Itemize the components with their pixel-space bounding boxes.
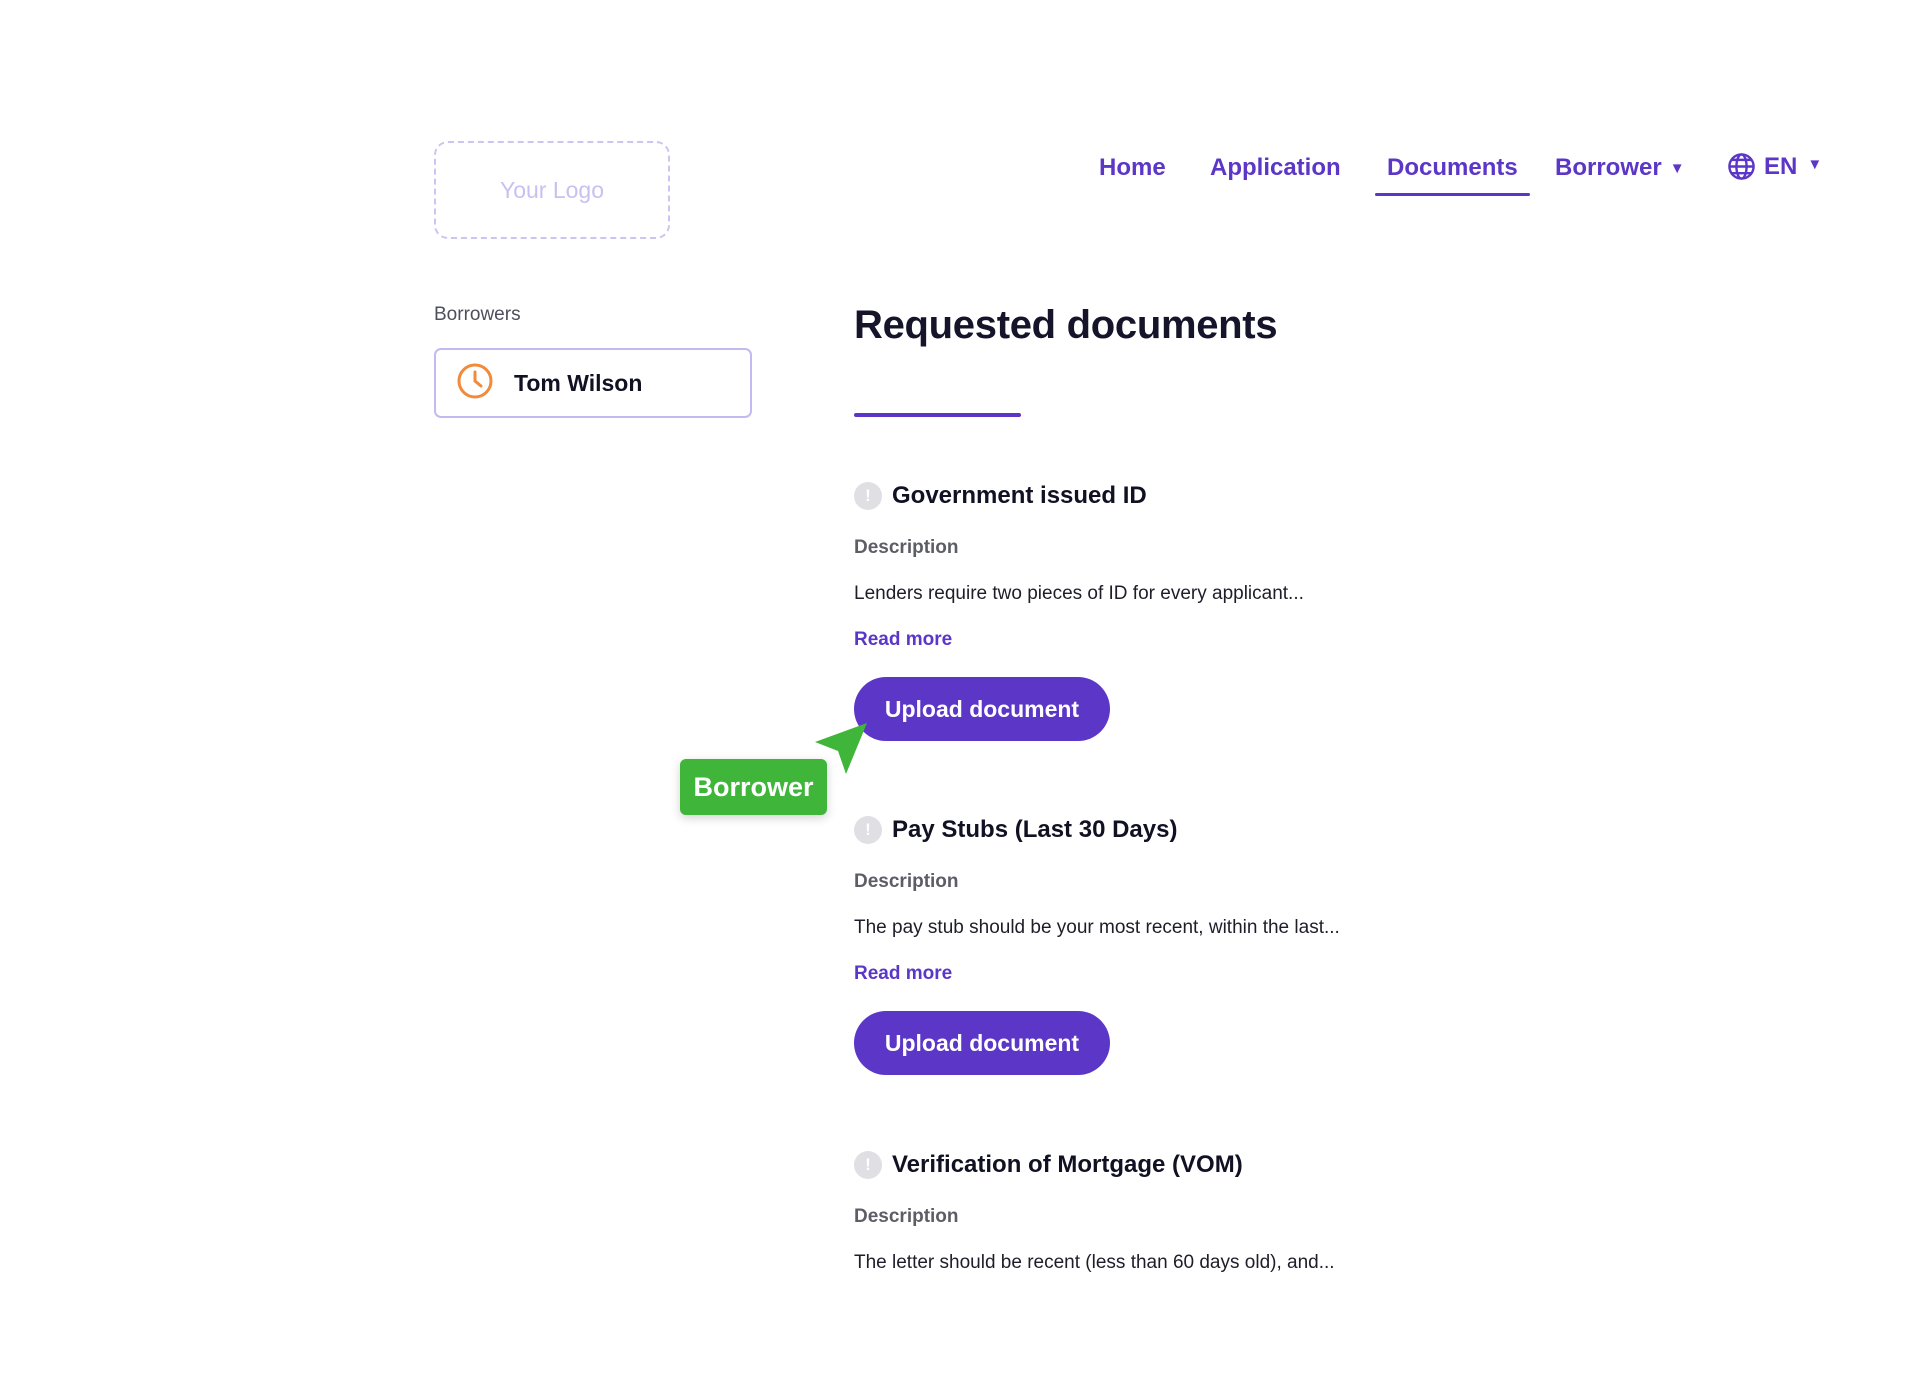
nav-documents[interactable]: Documents xyxy=(1375,154,1530,196)
document-header: ! Government issued ID xyxy=(854,481,1454,511)
document-item: ! Verification of Mortgage (VOM) Descrip… xyxy=(854,1150,1454,1273)
logo-placeholder: Your Logo xyxy=(434,141,670,239)
upload-document-button[interactable]: Upload document xyxy=(854,677,1110,741)
language-selector[interactable]: EN ▼ xyxy=(1727,152,1822,181)
clock-icon xyxy=(456,362,494,405)
description-text: Lenders require two pieces of ID for eve… xyxy=(854,583,1304,604)
document-item: ! Pay Stubs (Last 30 Days) Description T… xyxy=(854,815,1454,1075)
description-label: Description xyxy=(854,871,959,892)
nav-borrower-label: Borrower xyxy=(1555,154,1662,181)
caret-down-icon: ▼ xyxy=(1807,156,1823,173)
exclamation-icon: ! xyxy=(854,816,882,844)
document-title: Verification of Mortgage (VOM) xyxy=(892,1151,1243,1178)
description-text: The letter should be recent (less than 6… xyxy=(854,1252,1335,1273)
read-more-link[interactable]: Read more xyxy=(854,963,952,985)
nav-borrower-dropdown[interactable]: Borrower ▼ xyxy=(1555,154,1685,182)
cursor-label: Borrower xyxy=(680,759,827,815)
read-more-link[interactable]: Read more xyxy=(854,629,952,651)
exclamation-icon: ! xyxy=(854,1151,882,1179)
nav-application[interactable]: Application xyxy=(1210,154,1341,182)
logo-text: Your Logo xyxy=(499,176,605,203)
description-label: Description xyxy=(854,537,959,558)
document-item: ! Government issued ID Description Lende… xyxy=(854,481,1454,741)
title-underline xyxy=(854,413,1021,417)
description-text: The pay stub should be your most recent,… xyxy=(854,917,1340,938)
description-label: Description xyxy=(854,1206,959,1227)
document-title: Government issued ID xyxy=(892,482,1147,509)
document-header: ! Pay Stubs (Last 30 Days) xyxy=(854,815,1454,845)
borrower-name: Tom Wilson xyxy=(514,369,643,396)
language-label: EN xyxy=(1764,152,1798,180)
document-header: ! Verification of Mortgage (VOM) xyxy=(854,1150,1454,1180)
sidebar-label: Borrowers xyxy=(434,304,521,325)
globe-icon xyxy=(1727,152,1756,181)
document-title: Pay Stubs (Last 30 Days) xyxy=(892,816,1178,843)
page-title: Requested documents xyxy=(854,303,1278,347)
borrower-item-tom-wilson[interactable]: Tom Wilson xyxy=(434,348,752,418)
caret-down-icon: ▼ xyxy=(1669,160,1685,177)
nav-home[interactable]: Home xyxy=(1099,154,1166,182)
exclamation-icon: ! xyxy=(854,482,882,510)
upload-document-button[interactable]: Upload document xyxy=(854,1011,1110,1075)
